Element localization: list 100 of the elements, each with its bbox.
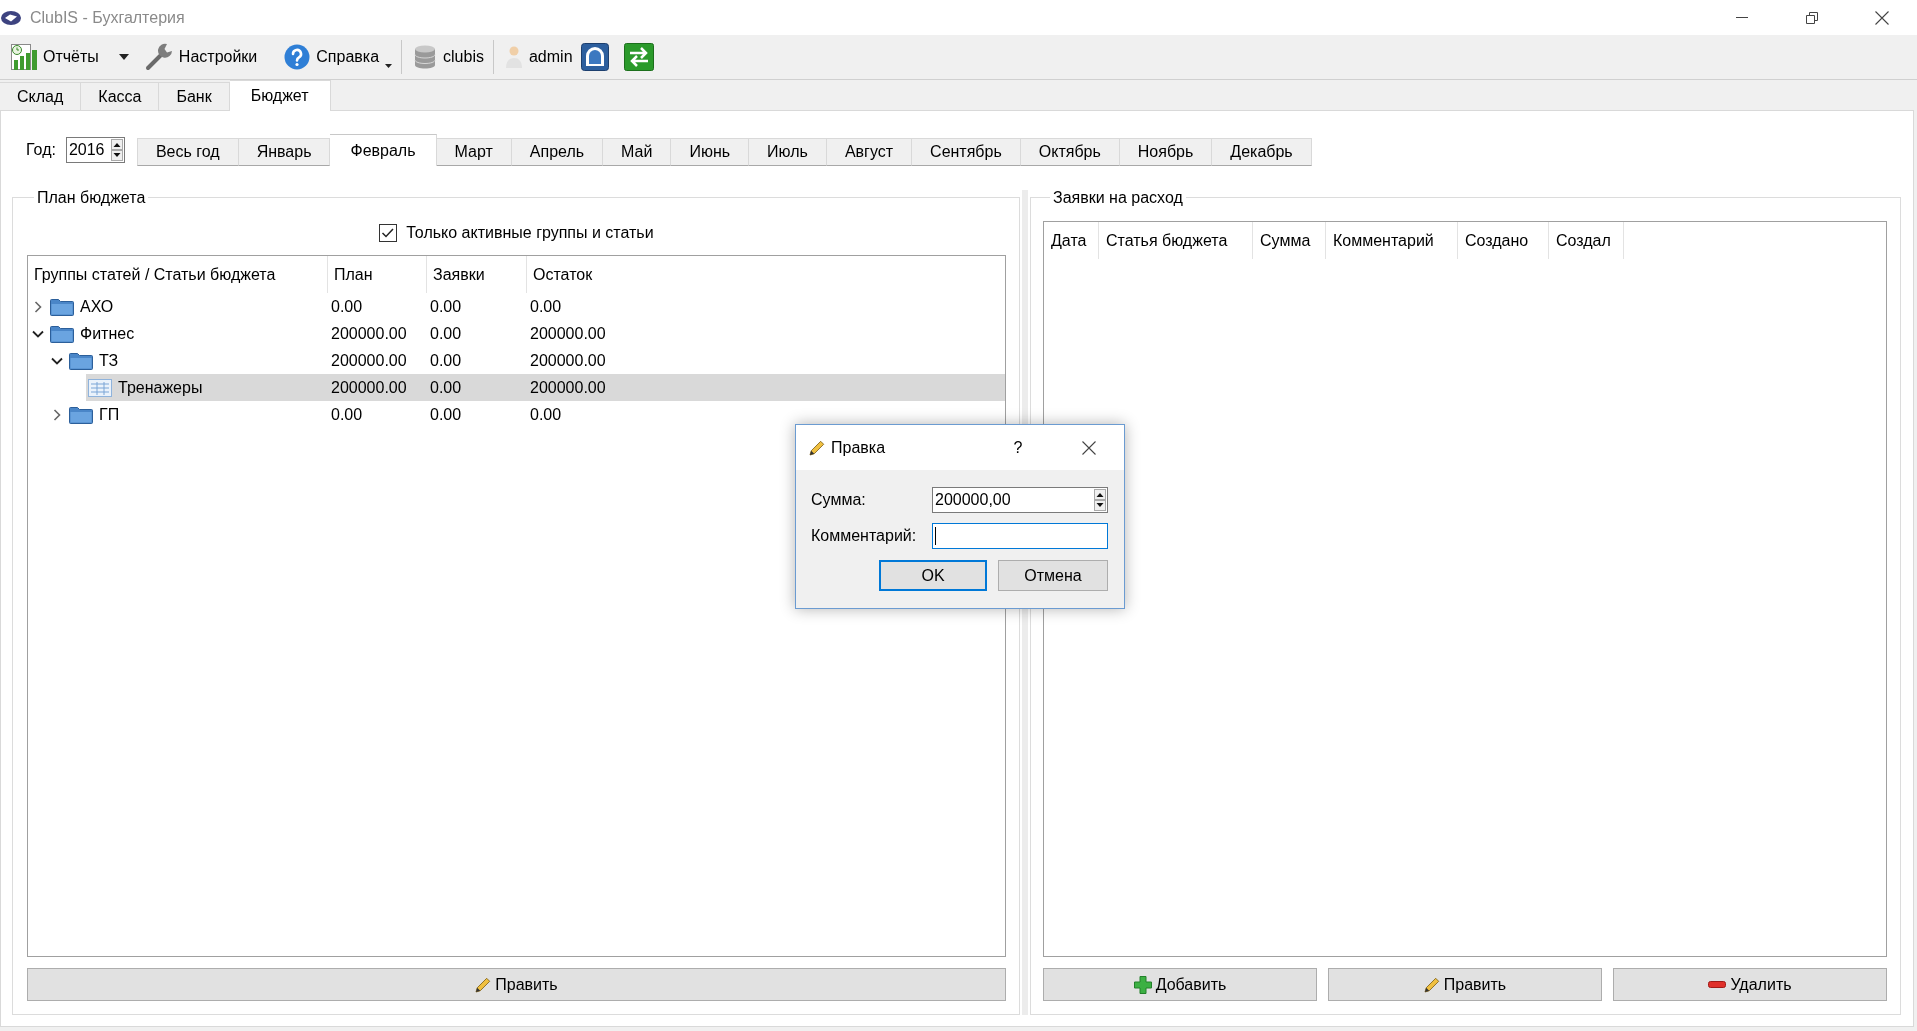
swap-arrows-icon[interactable] <box>623 43 654 71</box>
tab[interactable]: Июнь <box>671 138 750 166</box>
folder-icon <box>50 324 74 343</box>
year-spinbox[interactable]: 2016 <box>65 137 125 163</box>
tab[interactable]: Февраль <box>330 134 437 166</box>
caret-icon <box>118 54 129 60</box>
status-label: admin <box>528 48 573 66</box>
table-cell-text: 0.00 <box>429 405 463 424</box>
chevron-down-icon[interactable] <box>51 356 63 365</box>
caret-icon <box>385 64 393 68</box>
minus-icon <box>1708 981 1727 988</box>
tab[interactable]: Склад <box>0 82 82 110</box>
tree-item-label: ГП <box>99 405 120 424</box>
tab[interactable]: Август <box>826 138 913 166</box>
amount-spinbox[interactable]: 200000,00 <box>932 487 1108 513</box>
table-cell-text: 0.00 <box>429 378 463 397</box>
restore-icon[interactable] <box>1806 11 1818 24</box>
toolbar-button[interactable]: Настройки <box>139 38 263 76</box>
pencil-icon <box>809 439 825 456</box>
tab[interactable]: Март <box>436 138 512 166</box>
tab[interactable]: Январь <box>238 138 331 166</box>
close-icon[interactable] <box>1082 440 1096 455</box>
plus-icon <box>1133 975 1152 994</box>
tree-row[interactable]: Тренажеры 200000.00 0.00 200000.00 <box>86 374 1005 401</box>
tab[interactable]: Сентябрь <box>912 138 1021 166</box>
table-cell-text: 0.00 <box>330 297 364 316</box>
help-icon <box>284 44 311 70</box>
table-cell-text: 0.00 <box>429 351 463 370</box>
menu-button[interactable]: Отчёты <box>6 38 134 76</box>
column-header: Сумма <box>1253 222 1326 259</box>
checkbox[interactable] <box>379 224 398 242</box>
table-cell-text: 200000.00 <box>529 324 607 343</box>
field-label: Сумма: <box>811 491 866 509</box>
tab[interactable]: Ноябрь <box>1119 138 1213 166</box>
table-cell-text: 200000.00 <box>330 324 408 343</box>
chevron-right-icon[interactable] <box>53 408 61 421</box>
tab[interactable]: Июль <box>749 138 827 166</box>
edit-button[interactable]: Править <box>27 968 1006 1001</box>
tree-item-label: Тренажеры <box>118 378 203 397</box>
tab[interactable]: Банк <box>159 82 230 110</box>
tab[interactable]: Бюджет <box>229 80 331 111</box>
wrench-icon <box>144 43 173 71</box>
column-header: Создано <box>1458 222 1549 259</box>
chevron-right-icon[interactable] <box>34 300 42 313</box>
table-cell-text: 200000.00 <box>529 351 607 370</box>
table-icon <box>88 378 112 397</box>
field-label: Комментарий: <box>811 527 917 545</box>
window-title: ClubIS - Бухгалтерия <box>30 8 185 27</box>
spin-arrows-icon[interactable] <box>110 139 123 161</box>
column-header: Остаток <box>532 264 594 285</box>
group-title: Заявки на расход <box>1052 188 1184 207</box>
lock-icon[interactable] <box>580 43 609 71</box>
pencil-icon <box>475 976 492 993</box>
tab[interactable]: Апрель <box>511 138 604 166</box>
table-cell-text: 200000.00 <box>529 378 607 397</box>
folder-icon <box>69 351 93 370</box>
close-icon[interactable] <box>1875 10 1889 25</box>
status-label: clubis <box>443 48 484 66</box>
menu-button[interactable]: Справка <box>279 38 398 76</box>
column-header: Заявки <box>427 256 527 293</box>
table-cell-text: 0.00 <box>529 405 563 424</box>
tree-item-label: Фитнес <box>80 324 135 343</box>
tree-item-label: ТЗ <box>99 351 119 370</box>
column-header: Статья бюджета <box>1099 222 1253 259</box>
tree-row[interactable]: АХО 0.00 0.00 0.00 <box>48 293 1005 320</box>
tree-item-label: АХО <box>80 297 114 316</box>
tree-row[interactable]: ТЗ 200000.00 0.00 200000.00 <box>67 347 1005 374</box>
tab[interactable]: Май <box>603 138 672 166</box>
edit-button[interactable]: Править <box>1328 968 1602 1001</box>
user-icon <box>505 46 522 68</box>
table-cell-text: 0.00 <box>529 297 563 316</box>
delete-button[interactable]: Удалить <box>1613 968 1887 1001</box>
table-cell-text: 0.00 <box>429 324 463 343</box>
year-label: Год: <box>26 140 56 160</box>
table-cell-text: 200000.00 <box>330 378 408 397</box>
tab[interactable]: Касса <box>81 82 160 110</box>
column-header: Комментарий <box>1326 222 1458 259</box>
table-cell-text: 200000.00 <box>330 351 408 370</box>
tree-row[interactable]: ГП 0.00 0.00 0.00 <box>67 401 1005 428</box>
table-cell-text: 0.00 <box>429 297 463 316</box>
table-cell-text: 0.00 <box>330 405 364 424</box>
chevron-down-icon[interactable] <box>32 329 44 338</box>
tree-row[interactable]: Фитнес 200000.00 0.00 200000.00 <box>48 320 1005 347</box>
dialog-button[interactable]: Отмена <box>998 560 1108 591</box>
folder-icon <box>50 297 74 316</box>
bar-chart-icon <box>11 44 37 70</box>
checkbox-label: Только активные группы и статьи <box>406 224 654 242</box>
tab[interactable]: Октябрь <box>1020 138 1120 166</box>
column-header: План <box>328 256 427 293</box>
group-title: План бюджета <box>36 188 147 207</box>
tab[interactable]: Декабрь <box>1212 138 1312 166</box>
spin-arrows-icon[interactable] <box>1094 489 1106 511</box>
dialog-title: Правка <box>831 438 886 457</box>
database-icon <box>414 45 437 69</box>
column-header: Создал <box>1549 222 1624 259</box>
tab[interactable]: Весь год <box>136 138 239 166</box>
dialog-button[interactable]: OK <box>879 560 987 591</box>
help-button[interactable]: ? <box>1011 438 1025 457</box>
add-button[interactable]: Добавить <box>1043 968 1317 1001</box>
comment-field[interactable] <box>932 523 1108 549</box>
